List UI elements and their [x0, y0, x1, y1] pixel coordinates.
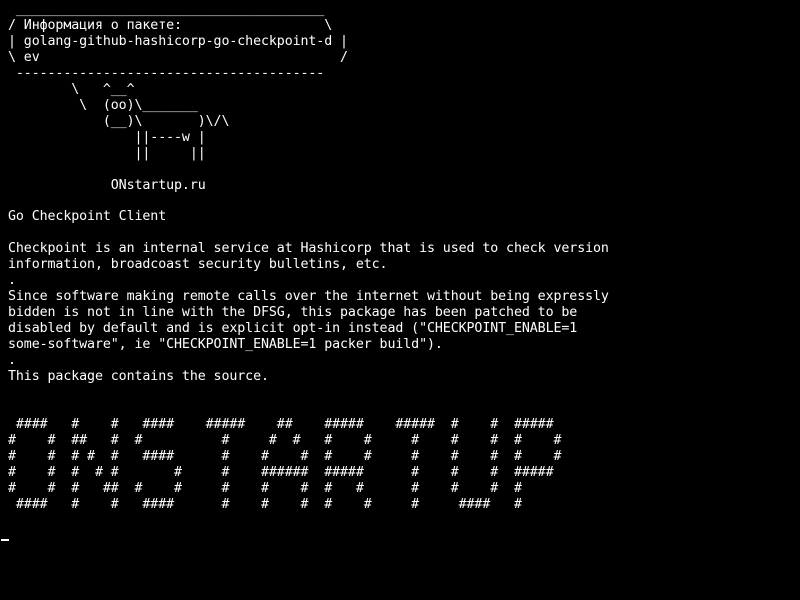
text-cursor: [1, 539, 9, 541]
terminal-screen[interactable]: _______________________________________ …: [0, 0, 800, 600]
onstartup-ascii-banner: #### # # #### ##### ## ##### ##### # # #…: [8, 417, 562, 512]
package-description: Checkpoint is an internal service at Has…: [8, 241, 609, 384]
cowsay-package-info: _______________________________________ …: [8, 2, 348, 193]
package-title: Go Checkpoint Client: [8, 209, 167, 224]
